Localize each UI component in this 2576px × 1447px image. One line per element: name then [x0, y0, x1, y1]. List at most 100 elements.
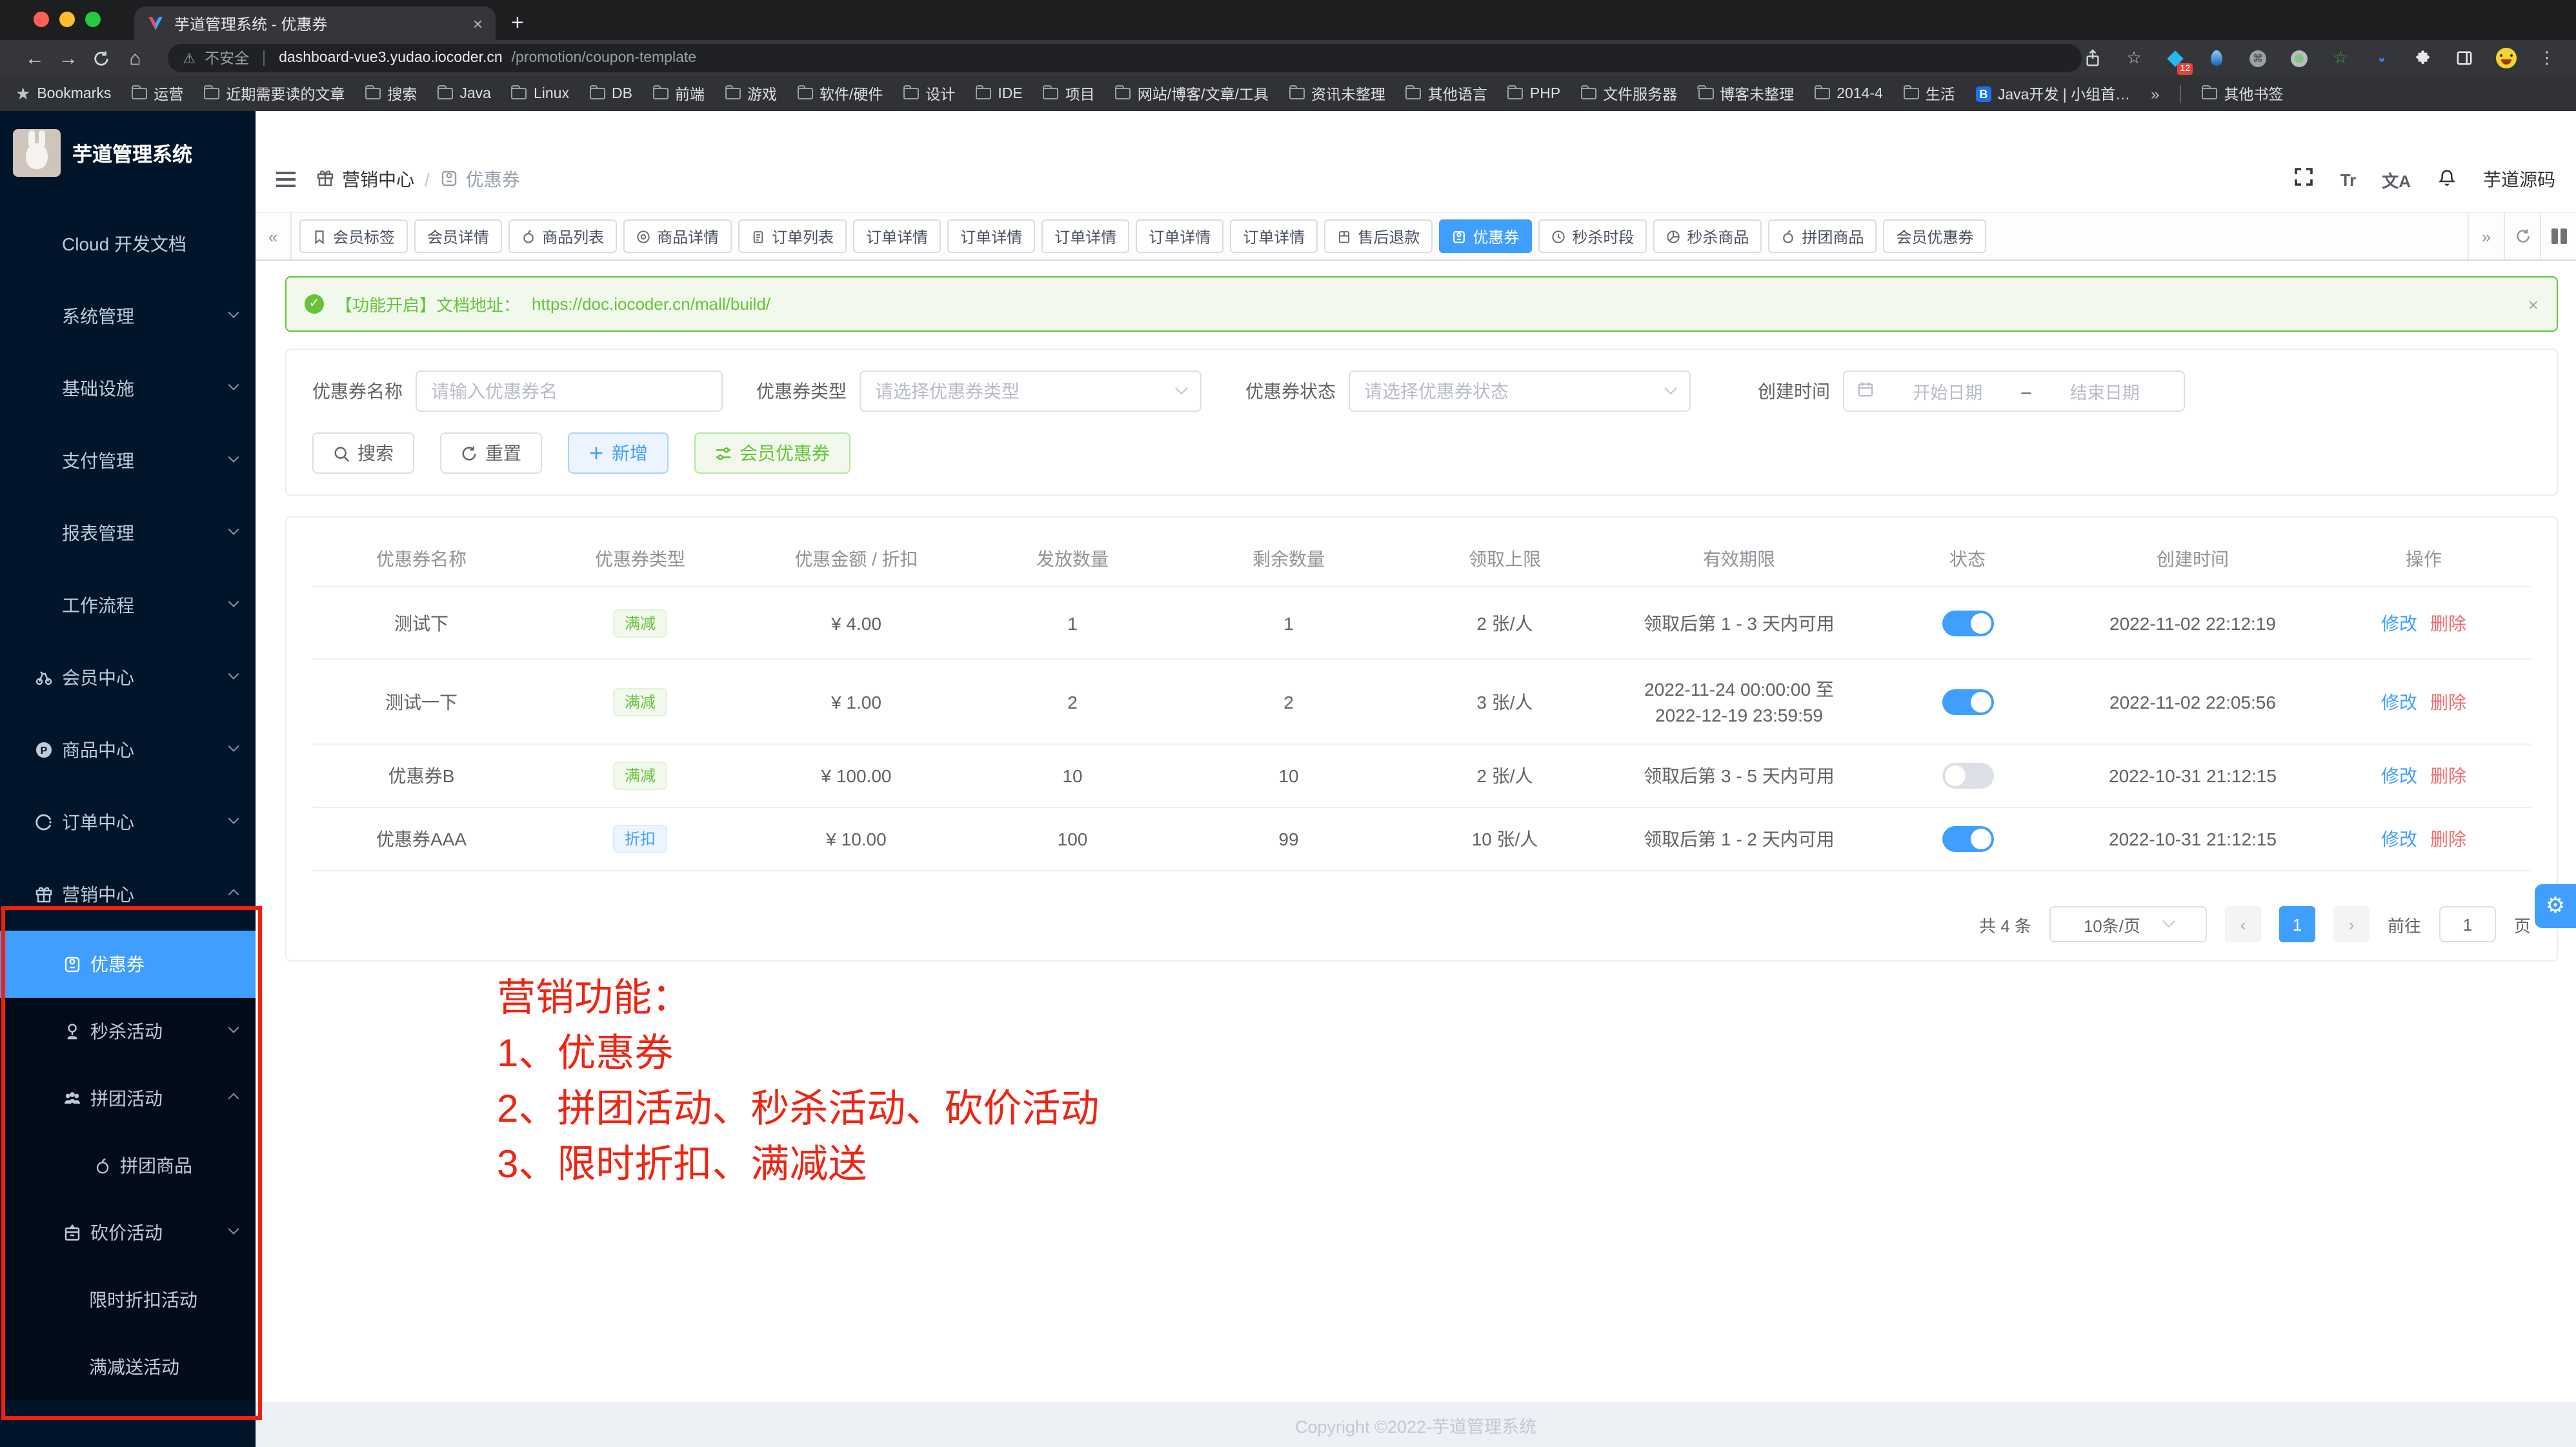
bookmark-folder[interactable]: 设计: [903, 83, 955, 104]
bookmark-folder[interactable]: 项目: [1043, 83, 1095, 104]
status-toggle[interactable]: [1942, 826, 1993, 852]
tab-seckill-time[interactable]: 秒杀时段: [1538, 219, 1647, 253]
edit-link[interactable]: 修改: [2381, 765, 2417, 786]
page-1-button[interactable]: 1: [2279, 906, 2315, 942]
profile-avatar[interactable]: [2495, 47, 2517, 69]
tab-coupon[interactable]: 优惠券: [1439, 219, 1532, 253]
edit-link[interactable]: 修改: [2381, 829, 2417, 849]
bookmark-folder[interactable]: IDE: [976, 86, 1022, 101]
bookmark-folder[interactable]: 搜索: [365, 83, 417, 104]
extension-chevrons-icon[interactable]: ⌄⌄: [2371, 47, 2393, 69]
notice-link[interactable]: https://doc.iocoder.cn/mall/build/: [532, 294, 770, 314]
maximize-window-button[interactable]: [85, 12, 101, 27]
bookmark-folder[interactable]: 文件服务器: [1581, 83, 1677, 104]
bookmark-folder[interactable]: 资讯未整理: [1289, 83, 1385, 104]
username[interactable]: 芋道源码: [2483, 167, 2555, 192]
reload-icon[interactable]: [85, 50, 119, 66]
bookmark-folder[interactable]: 网站/博客/文章/工具: [1116, 83, 1269, 104]
create-time-range-picker[interactable]: 开始日期 – 结束日期: [1843, 370, 2185, 412]
bookmark-folder[interactable]: 软件/硬件: [798, 83, 883, 104]
extensions-puzzle-icon[interactable]: [2412, 47, 2434, 69]
member-coupon-button[interactable]: 会员优惠券: [694, 432, 850, 474]
hamburger-icon[interactable]: [276, 178, 296, 181]
sidebar-item-infra[interactable]: 基础设施: [0, 352, 256, 425]
sidebar-item-time-discount[interactable]: 限时折扣活动: [0, 1266, 256, 1333]
tab-member-tag[interactable]: 会员标签: [299, 219, 408, 253]
bookmark-folder[interactable]: Linux: [512, 86, 569, 101]
tab-order-detail[interactable]: 订单详情: [1136, 219, 1223, 253]
tab-product-detail[interactable]: 商品详情: [623, 219, 732, 253]
address-bar[interactable]: ⚠ 不安全 dashboard-vue3.yudao.iocoder.cn/pr…: [167, 44, 2082, 72]
tab-close-icon[interactable]: ×: [473, 14, 483, 33]
forward-icon[interactable]: →: [52, 47, 85, 69]
share-icon[interactable]: [2082, 47, 2104, 69]
bookmarks-manager[interactable]: ★Bookmarks: [15, 83, 111, 104]
tab-member-detail[interactable]: 会员详情: [414, 219, 502, 253]
bookmark-folder[interactable]: 前端: [653, 83, 705, 104]
edit-link[interactable]: 修改: [2381, 612, 2417, 633]
coupon-status-select[interactable]: 请选择优惠券状态: [1349, 370, 1691, 412]
sidebar-item-bargain[interactable]: 砍价活动: [0, 1199, 256, 1266]
delete-link[interactable]: 删除: [2430, 691, 2466, 712]
settings-fab[interactable]: ⚙: [2535, 884, 2576, 928]
browser-menu-icon[interactable]: ⋮: [2536, 47, 2558, 69]
new-tab-button[interactable]: +: [511, 8, 524, 39]
bell-icon[interactable]: [2437, 166, 2457, 193]
minimize-window-button[interactable]: [59, 12, 75, 27]
sidebar-item-full-reduction[interactable]: 满减送活动: [0, 1333, 256, 1401]
coupon-name-input[interactable]: [416, 370, 723, 412]
status-toggle[interactable]: [1942, 763, 1993, 789]
coupon-type-select[interactable]: 请选择优惠券类型: [860, 370, 1202, 412]
bookmark-folder[interactable]: Java: [438, 86, 491, 101]
sidebar-item-order-center[interactable]: 订单中心: [0, 786, 256, 858]
bookmark-star-icon[interactable]: ☆: [2123, 47, 2145, 69]
sidebar-item-coupon[interactable]: 优惠券: [0, 931, 256, 998]
sidebar-item-cloud-docs[interactable]: Cloud 开发文档: [0, 208, 256, 280]
extension-pin-icon[interactable]: [2206, 47, 2228, 69]
delete-link[interactable]: 删除: [2430, 829, 2466, 849]
delete-link[interactable]: 删除: [2430, 612, 2466, 633]
tabs-scroll-right-icon[interactable]: »: [2468, 213, 2504, 259]
sidebar-item-pay[interactable]: 支付管理: [0, 425, 256, 497]
sidebar-item-member-center[interactable]: 会员中心: [0, 642, 256, 714]
sidebar-item-product-center[interactable]: P 商品中心: [0, 714, 256, 786]
sidebar-item-report[interactable]: 报表管理: [0, 497, 256, 569]
bookmark-folder[interactable]: PHP: [1508, 86, 1560, 101]
bookmark-folder[interactable]: 运营: [132, 83, 183, 104]
tab-order-detail[interactable]: 订单详情: [1230, 219, 1318, 253]
sidebar-item-groupbuy[interactable]: 拼团活动: [0, 1065, 256, 1132]
extension-star-icon[interactable]: ☆: [2329, 47, 2351, 69]
back-icon[interactable]: ←: [18, 47, 52, 69]
tab-refund[interactable]: 售后退款: [1324, 219, 1433, 253]
home-icon[interactable]: ⌂: [119, 47, 152, 69]
sidebar-item-groupbuy-product[interactable]: 拼团商品: [0, 1132, 256, 1199]
search-button[interactable]: 搜索: [312, 432, 414, 474]
tab-member-coupon[interactable]: 会员优惠券: [1883, 219, 1986, 253]
notice-close-icon[interactable]: ×: [2528, 294, 2539, 314]
add-button[interactable]: 新增: [568, 432, 669, 474]
sidebar-item-workflow[interactable]: 工作流程: [0, 569, 256, 642]
font-size-icon[interactable]: Tr: [2340, 170, 2357, 189]
breadcrumb-marketing[interactable]: 营销中心: [342, 167, 414, 192]
tabs-scroll-left-icon[interactable]: «: [256, 213, 292, 259]
sidebar-item-system[interactable]: 系统管理: [0, 280, 256, 352]
tabs-layout-icon[interactable]: [2540, 213, 2576, 259]
edit-link[interactable]: 修改: [2381, 691, 2417, 712]
page-size-select[interactable]: 10条/页: [2049, 906, 2207, 942]
bookmark-folder[interactable]: 生活: [1904, 83, 1955, 104]
status-toggle[interactable]: [1942, 689, 1993, 714]
bookmark-folder[interactable]: 其他语言: [1406, 83, 1487, 104]
sidebar-item-marketing-center[interactable]: 营销中心: [0, 858, 256, 931]
side-panel-icon[interactable]: [2453, 47, 2475, 69]
bookmark-folder[interactable]: DB: [590, 86, 632, 101]
locale-icon[interactable]: 文A: [2382, 167, 2411, 192]
status-toggle[interactable]: [1942, 610, 1993, 636]
extension-command-icon[interactable]: ⌘: [2247, 47, 2269, 69]
prev-page-button[interactable]: ‹: [2225, 906, 2261, 942]
bookmark-link[interactable]: BJava开发 | 小组首…: [1976, 83, 2130, 104]
browser-tab[interactable]: 芋道管理系统 - 优惠券 ×: [134, 6, 496, 40]
tab-product-list[interactable]: 商品列表: [508, 219, 617, 253]
close-window-button[interactable]: [34, 12, 49, 27]
tab-order-list[interactable]: 订单列表: [738, 219, 847, 253]
goto-page-input[interactable]: [2439, 906, 2496, 942]
